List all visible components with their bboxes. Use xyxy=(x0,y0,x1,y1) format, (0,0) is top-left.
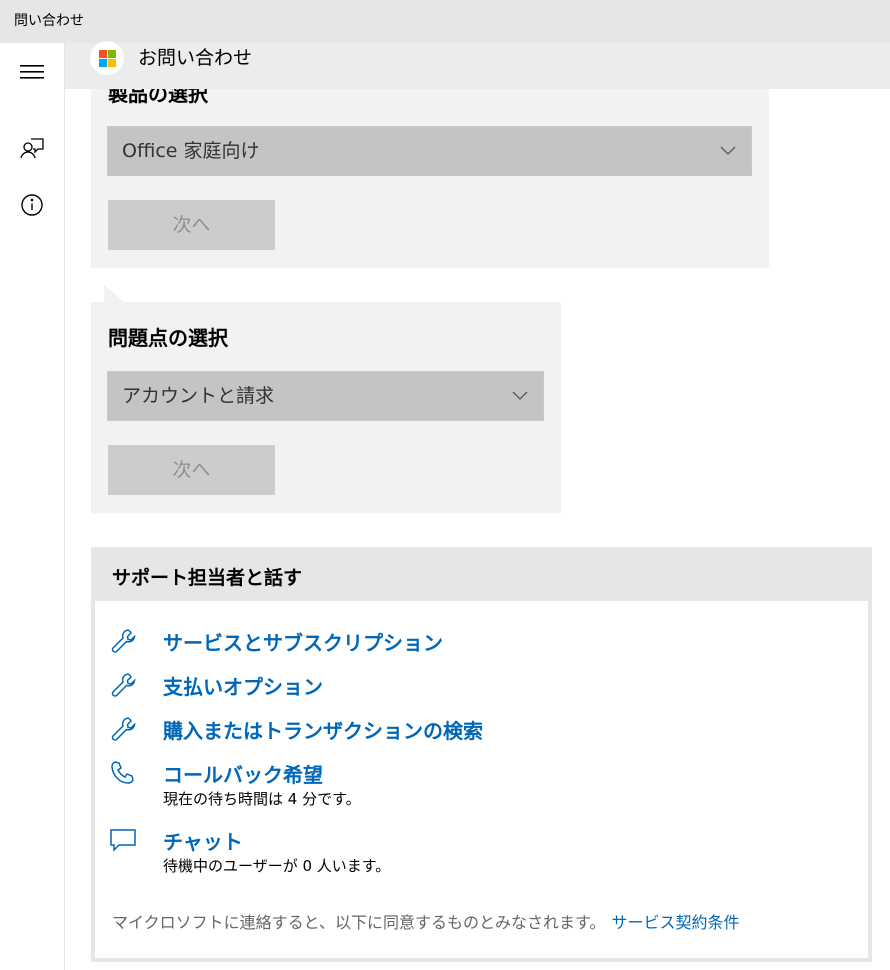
window-title-bar: 問い合わせ xyxy=(0,0,890,43)
app-title: お問い合わせ xyxy=(138,47,253,69)
chevron-down-icon xyxy=(512,391,528,400)
wrench-icon xyxy=(111,629,136,653)
sidebar-item-contact[interactable] xyxy=(0,128,64,172)
service-agreement-link[interactable]: サービス契約条件 xyxy=(611,913,739,932)
wrench-icon xyxy=(111,673,136,697)
chat-waiting-users: 待機中のユーザーが 0 人います。 xyxy=(163,857,391,875)
product-dropdown[interactable]: Office 家庭向け xyxy=(107,126,752,176)
issue-heading: 問題点の選択 xyxy=(108,326,228,350)
terms-notice-text: マイクロソフトに連絡すると、以下に同意するものとみなされます。 xyxy=(112,913,606,932)
window-title: 問い合わせ xyxy=(14,13,84,29)
product-next-button[interactable]: 次へ xyxy=(108,200,275,250)
microsoft-logo xyxy=(98,49,116,67)
option-chat-link[interactable]: チャット xyxy=(163,826,243,855)
issue-selection-card: 問題点の選択 アカウントと請求 次へ xyxy=(91,302,561,513)
option-services-subscriptions-link[interactable]: サービスとサブスクリプション xyxy=(163,627,443,656)
sidebar xyxy=(0,43,65,970)
wrench-icon xyxy=(111,717,136,741)
issue-dropdown[interactable]: アカウントと請求 xyxy=(107,371,544,421)
product-selection-card: 製品の選択 Office 家庭向け 次へ xyxy=(91,60,769,268)
option-callback-link[interactable]: コールバック希望 xyxy=(163,759,323,788)
card-pointer xyxy=(104,285,124,302)
contact-support-icon xyxy=(20,138,44,159)
info-icon xyxy=(21,194,43,216)
issue-dropdown-value: アカウントと請求 xyxy=(122,385,275,407)
issue-next-button[interactable]: 次へ xyxy=(108,445,275,495)
phone-icon xyxy=(111,761,134,784)
hamburger-menu-icon xyxy=(20,65,44,79)
chat-icon xyxy=(110,829,136,852)
app-logo xyxy=(90,41,124,75)
product-dropdown-value: Office 家庭向け xyxy=(122,140,260,162)
support-options: サービスとサブスクリプション 支払いオプション 購入またはトランザクションの検索… xyxy=(95,601,868,958)
support-heading: サポート担当者と話す xyxy=(112,567,303,589)
option-payment-link[interactable]: 支払いオプション xyxy=(163,671,323,700)
terms-notice: マイクロソフトに連絡すると、以下に同意するものとみなされます。 サービス契約条件 xyxy=(112,909,739,933)
callback-wait-time: 現在の待ち時間は 4 分です。 xyxy=(163,790,361,808)
hamburger-menu-button[interactable] xyxy=(0,50,64,94)
chevron-down-icon xyxy=(720,146,736,155)
support-panel: サポート担当者と話す サービスとサブスクリプション 支払いオプション 購入または… xyxy=(91,547,872,962)
option-purchase-search-link[interactable]: 購入またはトランザクションの検索 xyxy=(163,715,483,744)
app-header: お問い合わせ xyxy=(65,41,890,89)
sidebar-item-info[interactable] xyxy=(0,183,64,227)
